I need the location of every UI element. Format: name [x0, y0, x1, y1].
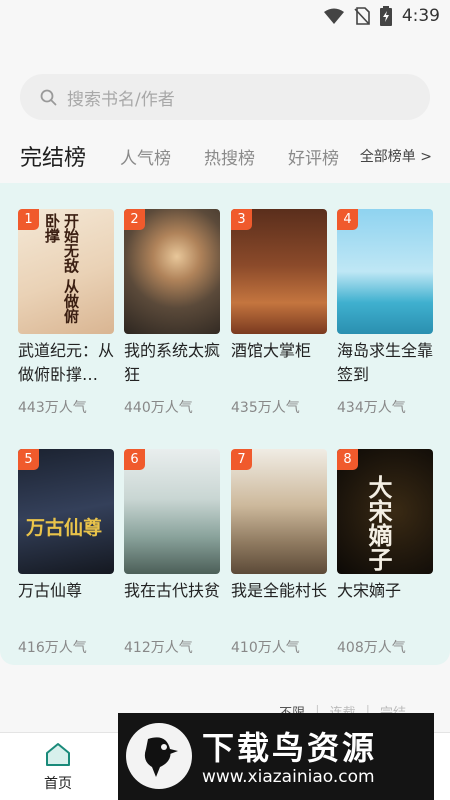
search-bar[interactable]: 搜索书名/作者: [20, 74, 430, 120]
clock: 4:39: [401, 6, 440, 26]
no-sim-icon: [354, 7, 370, 25]
book-cover: 6: [124, 449, 220, 574]
book-card[interactable]: 2 我的系统太疯狂 440万人气: [124, 209, 220, 417]
tab-completed[interactable]: 完结榜: [20, 140, 86, 172]
book-title: 我是全能村长: [231, 581, 327, 600]
rank-badge: 7: [231, 449, 252, 470]
book-title: 我在古代扶贫: [124, 581, 220, 600]
book-card[interactable]: 8 大宋嫡子 大宋嫡子 408万人气: [337, 449, 433, 657]
status-bar: 4:39: [0, 0, 450, 34]
book-popularity: 412万人气: [124, 640, 193, 656]
book-popularity: 410万人气: [231, 640, 300, 656]
rank-badge: 5: [18, 449, 39, 470]
cover-title: 开始无敌 从做俯卧撑: [43, 213, 80, 324]
book-popularity: 440万人气: [124, 400, 193, 416]
book-title: 万古仙尊: [18, 581, 83, 600]
rank-badge: 4: [337, 209, 358, 230]
home-icon: [46, 743, 70, 766]
tab-hot-search[interactable]: 热搜榜: [204, 144, 255, 169]
banner-title: 下载鸟资源: [202, 729, 378, 767]
book-card[interactable]: 4 海岛求生全靠签到 434万人气: [337, 209, 433, 417]
book-ranking-panel: 1 开始无敌 从做俯卧撑 武道纪元：从做俯卧撑… 443万人气 2 我的系统太疯…: [0, 183, 450, 665]
search-icon: [40, 89, 57, 105]
book-card[interactable]: 1 开始无敌 从做俯卧撑 武道纪元：从做俯卧撑… 443万人气: [18, 209, 114, 417]
cover-title: 大宋嫡子: [364, 475, 393, 571]
rank-badge: 6: [124, 449, 145, 470]
book-popularity: 434万人气: [337, 400, 406, 416]
rank-badge: 3: [231, 209, 252, 230]
book-title: 海岛求生全靠签到: [337, 341, 433, 384]
book-cover: 7: [231, 449, 327, 574]
book-title: 大宋嫡子: [337, 581, 402, 600]
cover-title: 万古仙尊: [26, 517, 103, 539]
battery-icon: [379, 6, 392, 26]
wifi-icon: [323, 8, 344, 24]
rank-badge: 2: [124, 209, 145, 230]
all-rankings-link[interactable]: 全部榜单 >: [360, 146, 432, 166]
search-placeholder: 搜索书名/作者: [67, 89, 175, 110]
banner-url: www.xiazainiao.com: [202, 767, 375, 787]
book-card[interactable]: 7 我是全能村长 410万人气: [231, 449, 327, 657]
nav-home[interactable]: 首页: [38, 741, 78, 793]
nav-home-label: 首页: [44, 776, 72, 792]
book-cover: 8 大宋嫡子: [337, 449, 433, 574]
book-cover: 5 万古仙尊: [18, 449, 114, 574]
book-card[interactable]: 3 酒馆大掌柜 435万人气: [231, 209, 327, 417]
tab-popular[interactable]: 人气榜: [120, 144, 171, 169]
tab-top-rated[interactable]: 好评榜: [288, 144, 339, 169]
book-title: 武道纪元：从做俯卧撑…: [18, 341, 114, 384]
rank-badge: 1: [18, 209, 39, 230]
book-title: 我的系统太疯狂: [124, 341, 220, 384]
book-title: 酒馆大掌柜: [231, 341, 312, 360]
book-popularity: 435万人气: [231, 400, 300, 416]
book-card[interactable]: 5 万古仙尊 万古仙尊 416万人气: [18, 449, 114, 657]
book-popularity: 416万人气: [18, 640, 87, 656]
book-cover: 1 开始无敌 从做俯卧撑: [18, 209, 114, 334]
book-cover: 3: [231, 209, 327, 334]
ranking-tabs: 完结榜 人气榜 热搜榜 好评榜 全部榜单 >: [20, 140, 432, 172]
bird-icon: [144, 737, 178, 777]
bird-logo: [126, 723, 192, 789]
book-popularity: 408万人气: [337, 640, 406, 656]
watermark-banner: 下载鸟资源 www.xiazainiao.com: [118, 713, 434, 800]
book-cover: 4: [337, 209, 433, 334]
rank-badge: 8: [337, 449, 358, 470]
book-popularity: 443万人气: [18, 400, 87, 416]
book-card[interactable]: 6 我在古代扶贫 412万人气: [124, 449, 220, 657]
book-cover: 2: [124, 209, 220, 334]
